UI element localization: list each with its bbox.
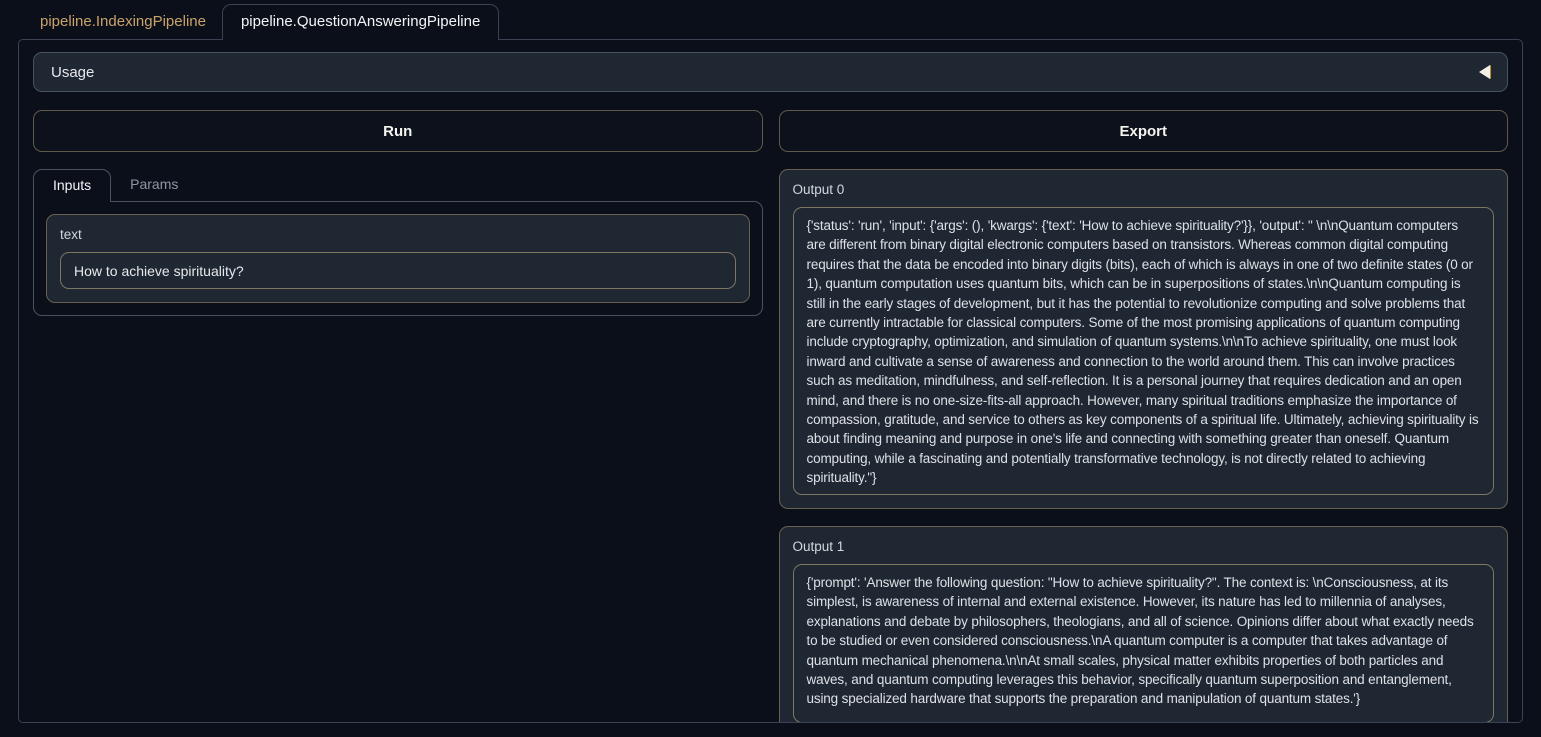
output-0-label: Output 0 xyxy=(793,182,1495,197)
left-column: Run Inputs Params text xyxy=(33,110,763,723)
text-input-block: text xyxy=(46,214,750,303)
usage-accordion-label: Usage xyxy=(51,64,94,81)
output-1-block: Output 1 {'prompt': 'Answer the followin… xyxy=(779,526,1509,723)
content-row: Run Inputs Params text Export Output 0 xyxy=(33,110,1508,723)
usage-accordion-header[interactable]: Usage xyxy=(33,52,1508,92)
output-0-block: Output 0 {'status': 'run', 'input': {'ar… xyxy=(779,169,1509,509)
tab-inputs[interactable]: Inputs xyxy=(33,169,111,202)
output-0-textarea[interactable]: {'status': 'run', 'input': {'args': (), … xyxy=(793,207,1495,495)
export-button[interactable]: Export xyxy=(779,110,1509,152)
run-button[interactable]: Run xyxy=(33,110,763,152)
io-subtabs: Inputs Params text xyxy=(33,169,763,316)
top-tab-bar: pipeline.IndexingPipeline pipeline.Quest… xyxy=(0,0,1541,39)
tab-indexing-pipeline[interactable]: pipeline.IndexingPipeline xyxy=(24,4,222,39)
right-column: Export Output 0 {'status': 'run', 'input… xyxy=(779,110,1509,723)
tab-params[interactable]: Params xyxy=(111,169,197,201)
text-input[interactable] xyxy=(60,252,736,289)
output-1-label: Output 1 xyxy=(793,539,1495,554)
text-input-label: text xyxy=(60,227,736,242)
pipeline-tab-panel: Usage Run Inputs Params text Ex xyxy=(18,39,1523,723)
io-subtab-bar: Inputs Params xyxy=(33,169,763,201)
inputs-tab-content: text xyxy=(33,201,763,316)
left-triangle-icon xyxy=(1479,65,1490,79)
tab-question-answering-pipeline[interactable]: pipeline.QuestionAnsweringPipeline xyxy=(222,4,499,40)
output-1-textarea[interactable]: {'prompt': 'Answer the following questio… xyxy=(793,564,1495,723)
